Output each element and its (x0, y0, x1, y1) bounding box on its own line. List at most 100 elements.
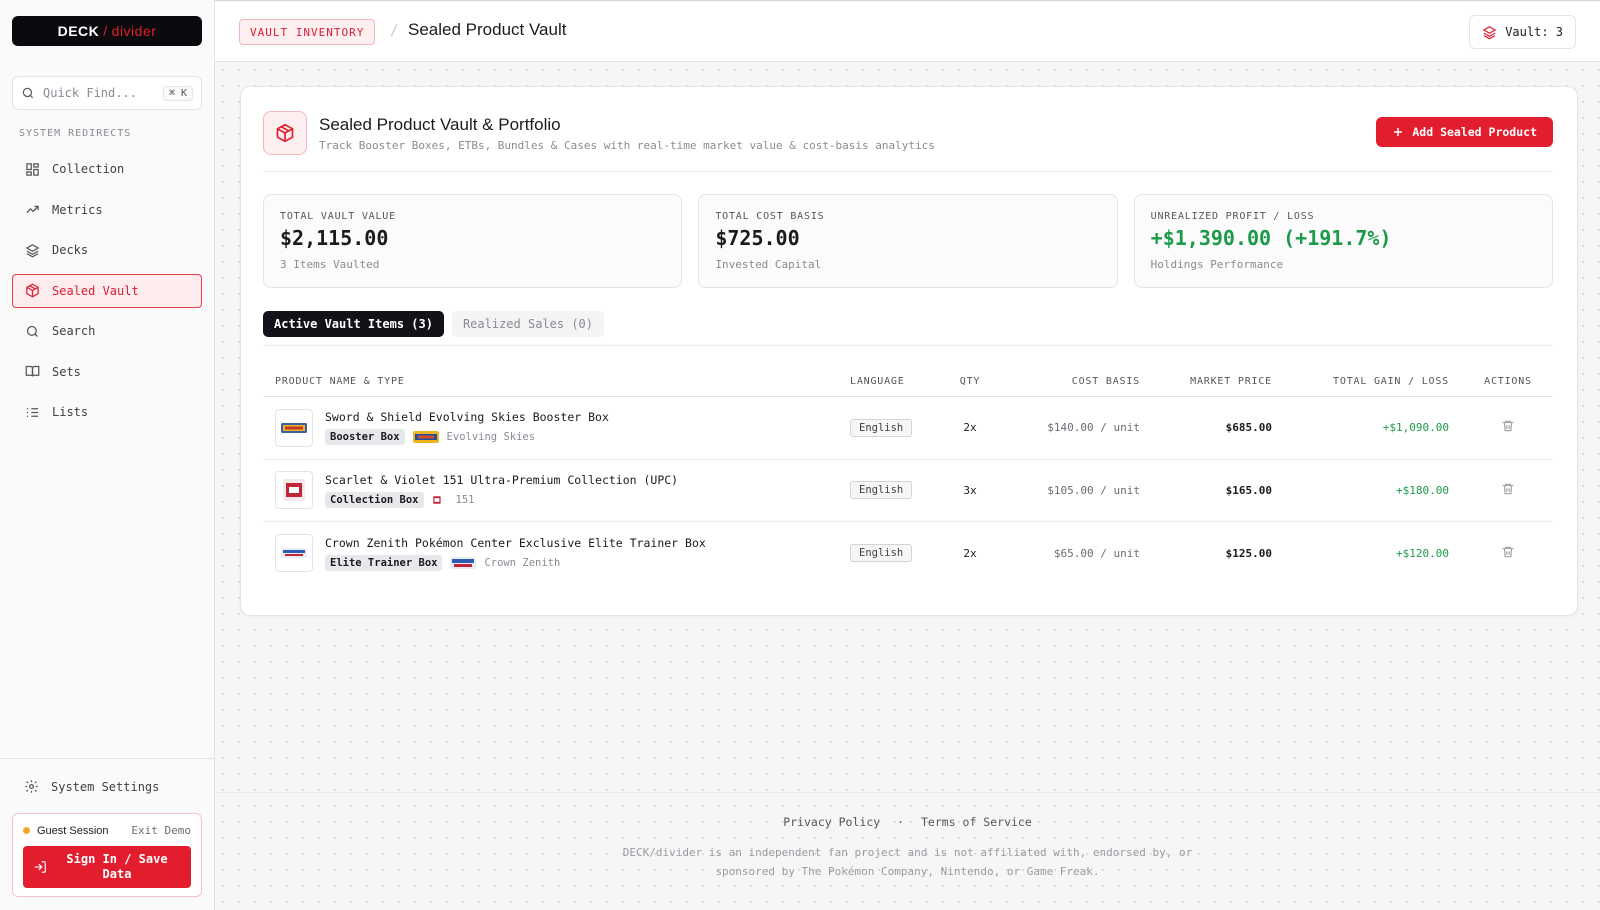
privacy-policy-link[interactable]: Privacy Policy (783, 815, 880, 829)
product-thumbnail (275, 471, 313, 510)
set-logo-icon (412, 431, 439, 444)
sidebar-item-lists[interactable]: Lists (12, 395, 202, 429)
sidebar-item-search[interactable]: Search (12, 314, 202, 348)
layers-icon (1482, 25, 1497, 39)
top-bar: VAULT INVENTORY / Sealed Product Vault V… (215, 0, 1600, 62)
guest-session-label: Guest Session (37, 824, 109, 837)
sign-in-label-line2: Data (102, 867, 132, 881)
column-header-market[interactable]: MARKET PRICE (1152, 376, 1284, 387)
cost-basis: $65.00 / unit (1053, 546, 1140, 560)
stat-sub: 3 Items Vaulted (280, 258, 380, 271)
product-set-name: Crown Zenith (484, 556, 561, 569)
table-row[interactable]: Crown Zenith Pokémon Center Exclusive El… (263, 522, 1553, 585)
breadcrumb-tag[interactable]: VAULT INVENTORY (239, 19, 376, 45)
list-icon (26, 407, 39, 417)
sidebar-item-sealed-vault[interactable]: Sealed Vault (12, 273, 202, 308)
sidebar-item-label: Collection (52, 162, 125, 176)
app-logo[interactable]: DECK / divider (12, 16, 202, 46)
vault-table: PRODUCT NAME & TYPE LANGUAGE QTY COST BA… (263, 367, 1553, 585)
search-icon (26, 325, 38, 337)
sidebar-item-label: Search (52, 324, 96, 338)
page-title: Sealed Product Vault (408, 20, 567, 39)
book-icon (25, 365, 40, 377)
total-gain: +$120.00 (1396, 546, 1449, 560)
grid-icon (26, 162, 39, 176)
plus-icon (1394, 128, 1403, 136)
product-set-name: Evolving Skies (446, 431, 536, 444)
sidebar-item-sets[interactable]: Sets (12, 355, 202, 389)
stat-sub: Holdings Performance (1150, 258, 1284, 271)
add-sealed-product-button[interactable]: Add Sealed Product (1376, 117, 1553, 147)
sign-in-icon (34, 861, 46, 873)
market-price: $165.00 (1225, 483, 1272, 497)
total-gain: +$1,090.00 (1382, 421, 1449, 435)
add-button-label: Add Sealed Product (1412, 125, 1537, 139)
vault-count-label: Vault: 3 (1505, 25, 1563, 39)
language-badge: English (850, 481, 913, 500)
stat-sub: Invested Capital (715, 258, 822, 271)
footer-disclaimer: DECK/divider is an independent fan proje… (215, 843, 1600, 881)
stat-total-vault-value: TOTAL VAULT VALUE $2,115.00 3 Items Vaul… (263, 194, 683, 288)
layers-icon (25, 243, 40, 257)
product-name[interactable]: Crown Zenith Pokémon Center Exclusive El… (325, 536, 706, 550)
status-dot (23, 827, 30, 834)
disclaimer-line1: DECK/divider is an independent fan proje… (622, 846, 1193, 859)
column-header-qty[interactable]: QTY (934, 376, 1006, 387)
vault-tabs: Active Vault Items (3) Realized Sales (0… (263, 311, 604, 337)
sidebar-item-decks[interactable]: Decks (12, 233, 202, 267)
stat-unrealized-profit: UNREALIZED PROFIT / LOSS +$1,390.00 (+19… (1133, 194, 1553, 288)
tab-active-vault-items[interactable]: Active Vault Items (3) (263, 311, 444, 337)
tab-realized-sales[interactable]: Realized Sales (0) (451, 311, 604, 337)
sign-in-button[interactable]: Sign In / Save Data (23, 846, 191, 888)
stat-label: TOTAL VAULT VALUE (280, 211, 396, 222)
logo-brand: DECK (57, 23, 100, 39)
trash-icon (1502, 546, 1514, 557)
delete-button[interactable] (1461, 545, 1555, 562)
set-logo-icon (450, 556, 477, 569)
stat-value: +$1,390.00 (+191.7%) (1150, 226, 1392, 250)
sidebar: DECK / divider Quick Find... ⌘ K SYSTEM … (0, 0, 215, 910)
column-header-gain[interactable]: TOTAL GAIN / LOSS (1284, 376, 1461, 387)
table-row[interactable]: Scarlet & Violet 151 Ultra-Premium Colle… (263, 460, 1555, 522)
trash-icon (1502, 421, 1514, 432)
product-thumbnail (275, 408, 313, 447)
breadcrumb-separator: / (390, 23, 399, 39)
divider (263, 345, 1553, 346)
sidebar-item-label: Decks (52, 243, 89, 257)
product-thumbnail (275, 534, 313, 573)
table-row[interactable]: Sword & Shield Evolving Skies Booster Bo… (263, 397, 1553, 460)
product-type-badge: Booster Box (325, 429, 405, 446)
settings-label: System Settings (51, 779, 160, 794)
guest-session-card: Guest Session Exit Demo Sign In / Save D… (12, 813, 202, 897)
box-icon (263, 111, 307, 155)
sidebar-item-system-settings[interactable]: System Settings (24, 779, 159, 794)
divider (263, 171, 1553, 172)
terms-of-service-link[interactable]: Terms of Service (921, 815, 1032, 829)
column-header-product[interactable]: PRODUCT NAME & TYPE (263, 376, 838, 387)
box-icon (26, 283, 39, 298)
set-logo-icon (432, 496, 441, 504)
stat-total-cost-basis: TOTAL COST BASIS $725.00 Invested Capita… (698, 194, 1118, 288)
trash-icon (1502, 483, 1514, 494)
product-name[interactable]: Scarlet & Violet 151 Ultra-Premium Colle… (325, 473, 678, 487)
vault-count-badge[interactable]: Vault: 3 (1469, 15, 1576, 49)
quick-find-input[interactable]: Quick Find... ⌘ K (12, 76, 202, 110)
product-type-badge: Elite Trainer Box (325, 554, 443, 571)
cost-basis: $140.00 / unit (1047, 421, 1140, 435)
disclaimer-line2: sponsored by The Pokémon Company, Ninten… (715, 865, 1100, 878)
column-header-cost[interactable]: COST BASIS (1006, 376, 1152, 387)
logo-slash: / (103, 23, 108, 39)
shortcut-hint: ⌘ K (162, 85, 193, 101)
stat-label: UNREALIZED PROFIT / LOSS (1150, 211, 1315, 222)
exit-demo-link[interactable]: Exit Demo (131, 824, 191, 837)
stats-row: TOTAL VAULT VALUE $2,115.00 3 Items Vaul… (263, 194, 1553, 288)
card-subtitle: Track Booster Boxes, ETBs, Bundles & Cas… (319, 139, 935, 152)
delete-button[interactable] (1461, 419, 1555, 436)
delete-button[interactable] (1461, 482, 1555, 499)
column-header-actions: ACTIONS (1484, 376, 1532, 387)
column-header-language[interactable]: LANGUAGE (838, 376, 934, 387)
card-title: Sealed Product Vault & Portfolio (319, 115, 561, 134)
product-name[interactable]: Sword & Shield Evolving Skies Booster Bo… (325, 410, 609, 424)
sidebar-item-metrics[interactable]: Metrics (12, 193, 202, 227)
sidebar-item-collection[interactable]: Collection (12, 152, 202, 186)
